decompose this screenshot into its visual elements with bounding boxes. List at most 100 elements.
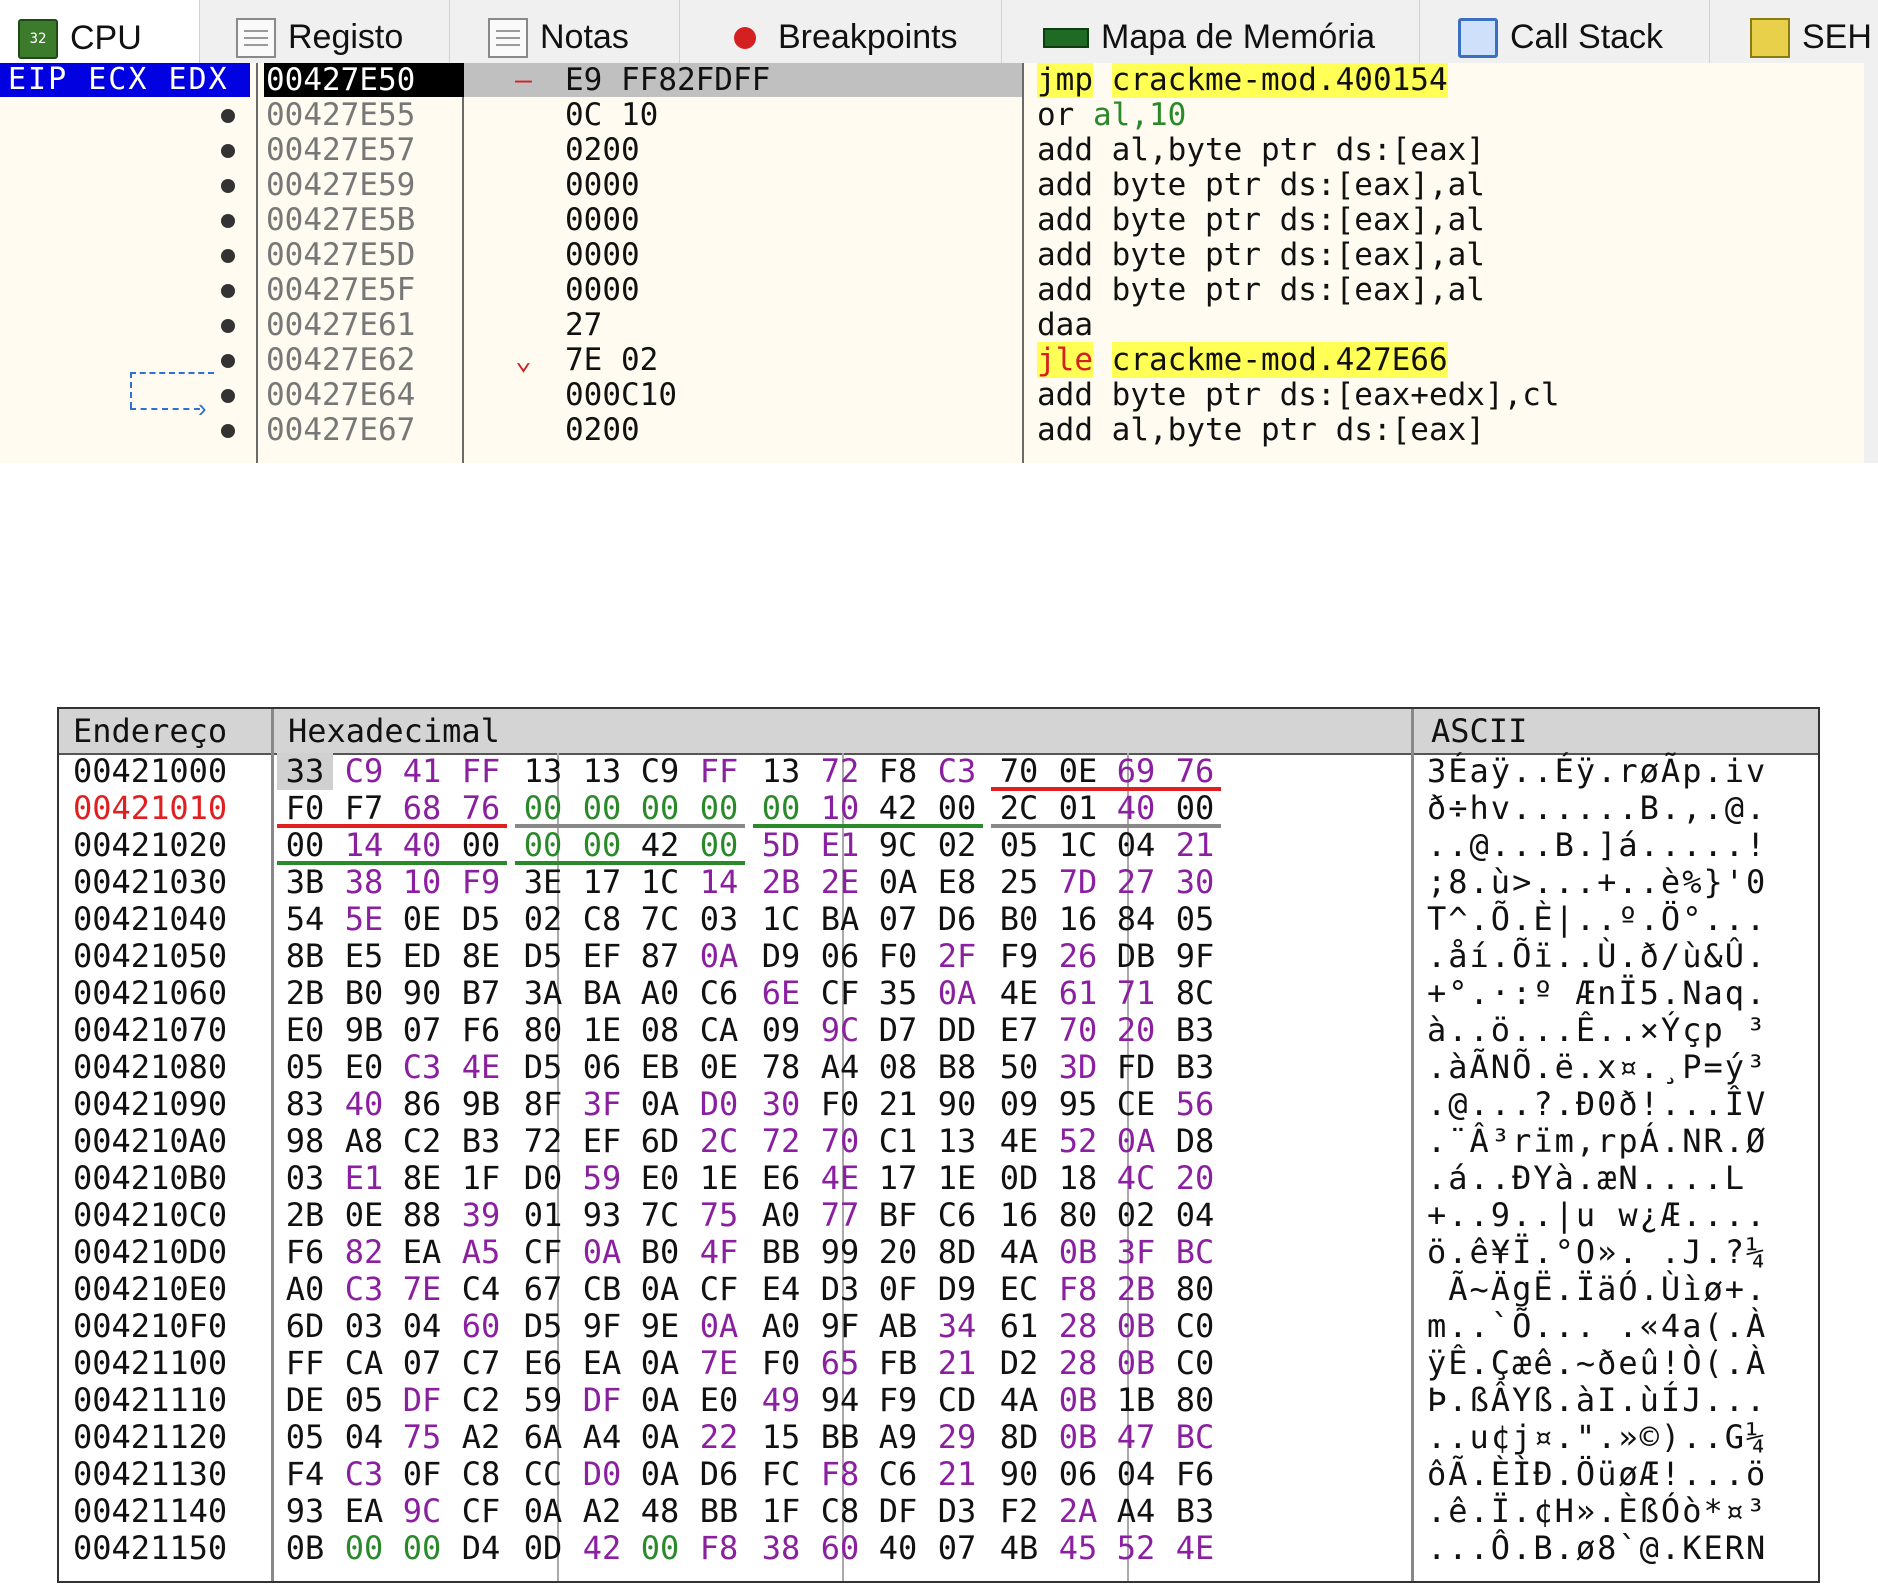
hex-byte[interactable]: 18 [1050,1160,1106,1197]
hex-byte[interactable]: 00 [691,827,747,864]
hex-byte[interactable]: 0F [394,1456,450,1493]
hex-byte[interactable]: 25 [991,864,1047,901]
hex-byte[interactable]: 21 [1167,827,1223,864]
hex-byte[interactable]: B3 [1167,1012,1223,1049]
hex-byte[interactable]: E7 [991,1012,1047,1049]
hex-byte[interactable]: B7 [453,975,509,1012]
hex-byte[interactable]: 7C [632,1197,688,1234]
dump-row[interactable]: 004210D0 F6 82 EA A5 CF 0A B0 4F BB 99 20 8D 4A 0B 3F BC… [59,1234,1818,1271]
hex-byte[interactable]: B3 [453,1123,509,1160]
ascii-text[interactable]: à..ö...Ê..×Ýçp ³ [1427,1012,1767,1049]
hex-byte[interactable]: 38 [336,864,392,901]
hex-byte[interactable]: 3F [574,1086,630,1123]
hex-byte[interactable]: 48 [632,1493,688,1530]
hex-byte[interactable]: 69 [1108,753,1164,790]
hex-byte[interactable]: 3A [515,975,571,1012]
hex-byte[interactable]: 0A [870,864,926,901]
hex-byte[interactable]: CD [929,1382,985,1419]
hex-byte[interactable]: BA [812,901,868,938]
hex-byte[interactable]: 0D [991,1160,1047,1197]
disasm-row[interactable]: 00427E5D 0000 add byte ptr ds:[eax],al [0,238,1878,273]
hex-byte[interactable]: 8F [515,1086,571,1123]
hex-byte[interactable]: E1 [336,1160,392,1197]
ascii-text[interactable]: ..@...B.]á.....! [1427,827,1767,864]
dump-row[interactable]: 004210E0 A0 C3 7E C4 67 CB 0A CF E4 D3 0F D9 EC F8 2B 80… [59,1271,1818,1308]
hex-byte[interactable]: 14 [336,827,392,864]
dump-row[interactable]: 00421120 05 04 75 A2 6A A4 0A 22 15 BB A9 29 8D 0B 47 BC… [59,1419,1818,1456]
hex-byte[interactable]: 2E [812,864,868,901]
hex-byte[interactable]: 13 [574,753,630,790]
hex-byte[interactable]: 90 [929,1086,985,1123]
hex-byte[interactable]: 80 [1050,1197,1106,1234]
dump-row[interactable]: 004210C0 2B 0E 88 39 01 93 7C 75 A0 77 BF C6 16 80 02 04… [59,1197,1818,1234]
hex-byte[interactable]: 00 [394,1530,450,1567]
hex-byte[interactable]: D4 [453,1530,509,1567]
dump-row[interactable]: 00421130 F4 C3 0F C8 CC D0 0A D6 FC F8 C6 21 90 06 04 F6… [59,1456,1818,1493]
hex-byte[interactable]: 20 [870,1234,926,1271]
hex-byte[interactable]: 1F [453,1160,509,1197]
hex-byte[interactable]: 1E [574,1012,630,1049]
hex-byte[interactable]: 0E [336,1197,392,1234]
breakpoint-dot[interactable] [221,319,235,333]
hex-byte[interactable]: 68 [394,790,450,827]
hex-byte[interactable]: 76 [1167,753,1223,790]
hex-byte[interactable]: 0D [515,1530,571,1567]
hex-byte[interactable]: 0A [632,1419,688,1456]
hex-byte[interactable]: 0A [632,1382,688,1419]
hex-byte[interactable]: 9F [574,1308,630,1345]
hex-byte[interactable]: A5 [453,1234,509,1271]
ascii-text[interactable]: 3Éaÿ..Éÿ.røÃp.iv [1427,753,1767,790]
ascii-text[interactable]: .¨Â³rïm,rpÁ.NR.Ø [1427,1123,1767,1160]
hex-byte[interactable]: 2C [991,790,1047,827]
hex-byte[interactable]: C8 [574,901,630,938]
hex-byte[interactable]: C2 [453,1382,509,1419]
hex-byte[interactable]: A0 [277,1271,333,1308]
ascii-text[interactable]: ôÃ.ÈÌÐ.ÖüøÆ!...ö [1427,1456,1767,1493]
hex-byte[interactable]: 16 [1050,901,1106,938]
hex-byte[interactable]: B8 [929,1049,985,1086]
hex-byte[interactable]: E5 [336,938,392,975]
breakpoint-dot[interactable] [221,179,235,193]
hex-byte[interactable]: 02 [515,901,571,938]
hex-byte[interactable]: EA [394,1234,450,1271]
ascii-text[interactable]: m..`Õ... .«4a(.À [1427,1308,1767,1345]
hex-byte[interactable]: A4 [574,1419,630,1456]
dump-row[interactable]: 00421030 3B 38 10 F9 3E 17 1C 14 2B 2E 0A E8 25 7D 27 30… [59,864,1818,901]
hex-byte[interactable]: 2B [753,864,809,901]
hex-column-header[interactable]: Hexadecimal [274,709,1414,753]
hex-byte[interactable]: A0 [632,975,688,1012]
hex-byte[interactable]: EB [632,1049,688,1086]
hex-byte[interactable]: 8D [991,1419,1047,1456]
hex-byte[interactable]: 40 [870,1530,926,1567]
disassembly-view[interactable]: EIP ECX EDX 00427E50 – E9 FF82FDFF jmp c… [0,63,1878,463]
hex-byte[interactable]: D2 [991,1345,1047,1382]
hex-byte[interactable]: 4B [991,1530,1047,1567]
hex-byte[interactable]: 33 [277,753,333,790]
hex-byte[interactable]: 3E [515,864,571,901]
disasm-row[interactable]: 00427E61 27 daa [0,308,1878,343]
hex-byte[interactable]: 26 [1050,938,1106,975]
hex-byte[interactable]: DF [574,1382,630,1419]
hex-byte[interactable]: C3 [336,1271,392,1308]
hex-byte[interactable]: F8 [691,1530,747,1567]
hex-byte[interactable]: FC [753,1456,809,1493]
hex-byte[interactable]: D8 [1167,1123,1223,1160]
hex-byte[interactable]: 70 [812,1123,868,1160]
hex-byte[interactable]: 05 [991,827,1047,864]
dump-row[interactable]: 004210B0 03 E1 8E 1F D0 59 E0 1E E6 4E 17 1E 0D 18 4C 20… [59,1160,1818,1197]
ascii-text[interactable]: +..9..|u w¿Æ.... [1427,1197,1767,1234]
hex-byte[interactable]: 00 [929,790,985,827]
hex-byte[interactable]: 4E [991,1123,1047,1160]
hex-byte[interactable]: B3 [1167,1493,1223,1530]
ascii-text[interactable]: Ã~ÄgË.ÏäÓ.Ùìø+. [1427,1271,1767,1308]
ascii-text[interactable]: +°.·:º ÆnÏ5.Naq. [1427,975,1767,1012]
address-column-header[interactable]: Endereço [59,709,271,753]
hex-byte[interactable]: AB [870,1308,926,1345]
hex-byte[interactable]: 8B [277,938,333,975]
hex-byte[interactable]: EF [574,938,630,975]
hex-byte[interactable]: E6 [753,1160,809,1197]
hex-byte[interactable]: 72 [753,1123,809,1160]
hex-byte[interactable]: 02 [929,827,985,864]
hex-byte[interactable]: 7E [394,1271,450,1308]
dump-row[interactable]: 00421020 00 14 40 00 00 00 42 00 5D E1 9C 02 05 1C 04 21… [59,827,1818,864]
